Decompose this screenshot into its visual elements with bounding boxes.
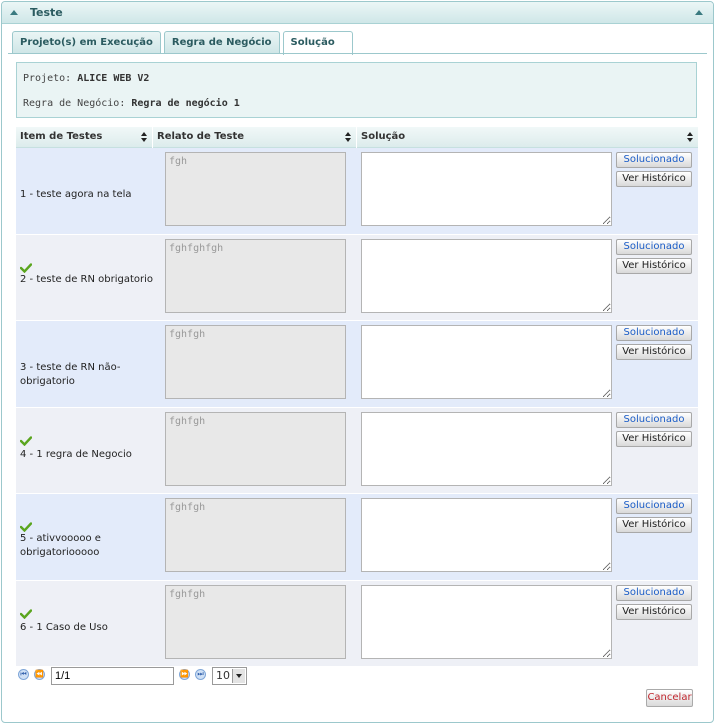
solucionado-button[interactable]: Solucionado <box>616 584 692 601</box>
solucionado-button[interactable]: Solucionado <box>616 238 692 255</box>
relato-textarea: fghfgh <box>165 498 346 572</box>
ver-historico-button[interactable]: Ver Histórico <box>616 344 692 360</box>
page-size-value: 10 <box>216 669 230 682</box>
sort-icon[interactable] <box>345 132 351 142</box>
col-header-item-label: Item de Testes <box>20 131 103 142</box>
chevron-down-icon[interactable] <box>232 669 245 683</box>
sort-icon[interactable] <box>687 132 693 142</box>
projeto-value: ALICE WEB V2 <box>77 73 150 84</box>
solucionado-button[interactable]: Solucionado <box>616 498 692 514</box>
col-header-solucao-label: Solução <box>361 131 406 142</box>
next-page-icon[interactable]: ⏩ <box>179 669 190 680</box>
solucao-textarea[interactable] <box>361 238 612 313</box>
table-row: 3 - teste de RN não-obrigatorio fghfgh Sol… <box>16 321 698 408</box>
ver-historico-button[interactable]: Ver Histórico <box>616 603 692 620</box>
page-input[interactable] <box>51 667 174 685</box>
page-size-select[interactable]: 10 <box>212 667 247 685</box>
table-row: 6 - 1 Caso de Uso fghfgh Solucionado Ver Hi… <box>16 580 698 667</box>
solucao-textarea[interactable] <box>361 498 612 572</box>
project-info-box: Projeto: ALICE WEB V2 Regra de Negócio: … <box>16 62 697 118</box>
col-header-solucao[interactable]: Solução <box>357 127 698 148</box>
col-header-relato[interactable]: Relato de Teste <box>153 127 357 148</box>
ver-historico-button[interactable]: Ver Histórico <box>616 171 692 187</box>
first-page-icon[interactable]: ⏮ <box>18 669 29 680</box>
table-row: 2 - teste de RN obrigatorio fghfghfgh Solu… <box>16 234 698 321</box>
solucionado-button[interactable]: Solucionado <box>616 411 692 428</box>
col-header-relato-label: Relato de Teste <box>157 131 245 142</box>
grid-header: Item de Testes Relato de Teste Solução <box>16 127 698 148</box>
sort-icon[interactable] <box>141 132 147 142</box>
check-icon <box>19 608 33 619</box>
ver-historico-button[interactable]: Ver Histórico <box>616 257 692 274</box>
pager: ⏮ ⏪ ⏩ ⏭ 10 <box>18 667 258 687</box>
item-label: 4 - 1 regra de Negocio <box>20 448 132 460</box>
item-label: 6 - 1 Caso de Uso <box>20 621 108 633</box>
prev-page-icon[interactable]: ⏪ <box>34 669 45 680</box>
tab-solucao[interactable]: Solução <box>282 31 353 55</box>
tests-grid: Item de Testes Relato de Teste Solução 1… <box>16 127 698 667</box>
projeto-label: Projeto: <box>23 73 72 84</box>
regra-value: Regra de negócio 1 <box>131 98 240 109</box>
ver-historico-button[interactable]: Ver Histórico <box>616 430 692 447</box>
grid-body: 1 - teste agora na tela fgh Solucionado Ver… <box>16 148 698 667</box>
tab-divider <box>8 53 707 54</box>
table-row: 4 - 1 regra de Negocio fghfgh Solucionado V… <box>16 407 698 494</box>
tab-bar: Projeto(s) em Execução Regra de Negócio … <box>12 31 356 55</box>
col-header-item[interactable]: Item de Testes <box>16 127 153 148</box>
cancel-button[interactable]: Cancelar <box>646 689 693 707</box>
panel-header: Teste <box>2 2 713 24</box>
item-label: 2 - teste de RN obrigatorio <box>20 273 154 285</box>
regra-label: Regra de Negócio: <box>23 98 126 109</box>
regra-line: Regra de Negócio: Regra de negócio 1 <box>23 98 240 109</box>
item-label: 3 - teste de RN não-obrigatorio <box>20 362 121 387</box>
collapse-icon[interactable] <box>10 10 18 15</box>
table-row: 5 - ativvooooo e obrigatoriooooo fghfgh So… <box>16 494 698 581</box>
table-row: 1 - teste agora na tela fgh Solucionado Ver… <box>16 148 698 235</box>
solucao-textarea[interactable] <box>361 584 612 659</box>
relato-textarea: fghfgh <box>165 325 346 399</box>
solucionado-button[interactable]: Solucionado <box>616 325 692 341</box>
ver-historico-button[interactable]: Ver Histórico <box>616 517 692 533</box>
check-icon <box>19 435 33 446</box>
relato-textarea: fghfghfgh <box>165 238 346 313</box>
tab-regra-de-negocio[interactable]: Regra de Negócio <box>163 31 280 53</box>
solucao-textarea[interactable] <box>361 152 612 226</box>
relato-textarea: fgh <box>165 152 346 226</box>
item-label: 1 - teste agora na tela <box>20 189 132 200</box>
collapse-panel-icon[interactable] <box>695 10 703 15</box>
relato-textarea: fghfgh <box>165 411 346 486</box>
solucao-textarea[interactable] <box>361 411 612 486</box>
projeto-line: Projeto: ALICE WEB V2 <box>23 73 149 84</box>
solucao-textarea[interactable] <box>361 325 612 399</box>
check-icon <box>19 262 33 273</box>
panel-title: Teste <box>30 6 63 19</box>
relato-textarea: fghfgh <box>165 584 346 659</box>
last-page-icon[interactable]: ⏭ <box>195 669 206 680</box>
solucionado-button[interactable]: Solucionado <box>616 152 692 168</box>
item-label: 5 - ativvooooo e obrigatoriooooo <box>20 533 101 558</box>
tab-projetos-em-execucao[interactable]: Projeto(s) em Execução <box>12 31 161 53</box>
check-icon <box>19 522 33 533</box>
